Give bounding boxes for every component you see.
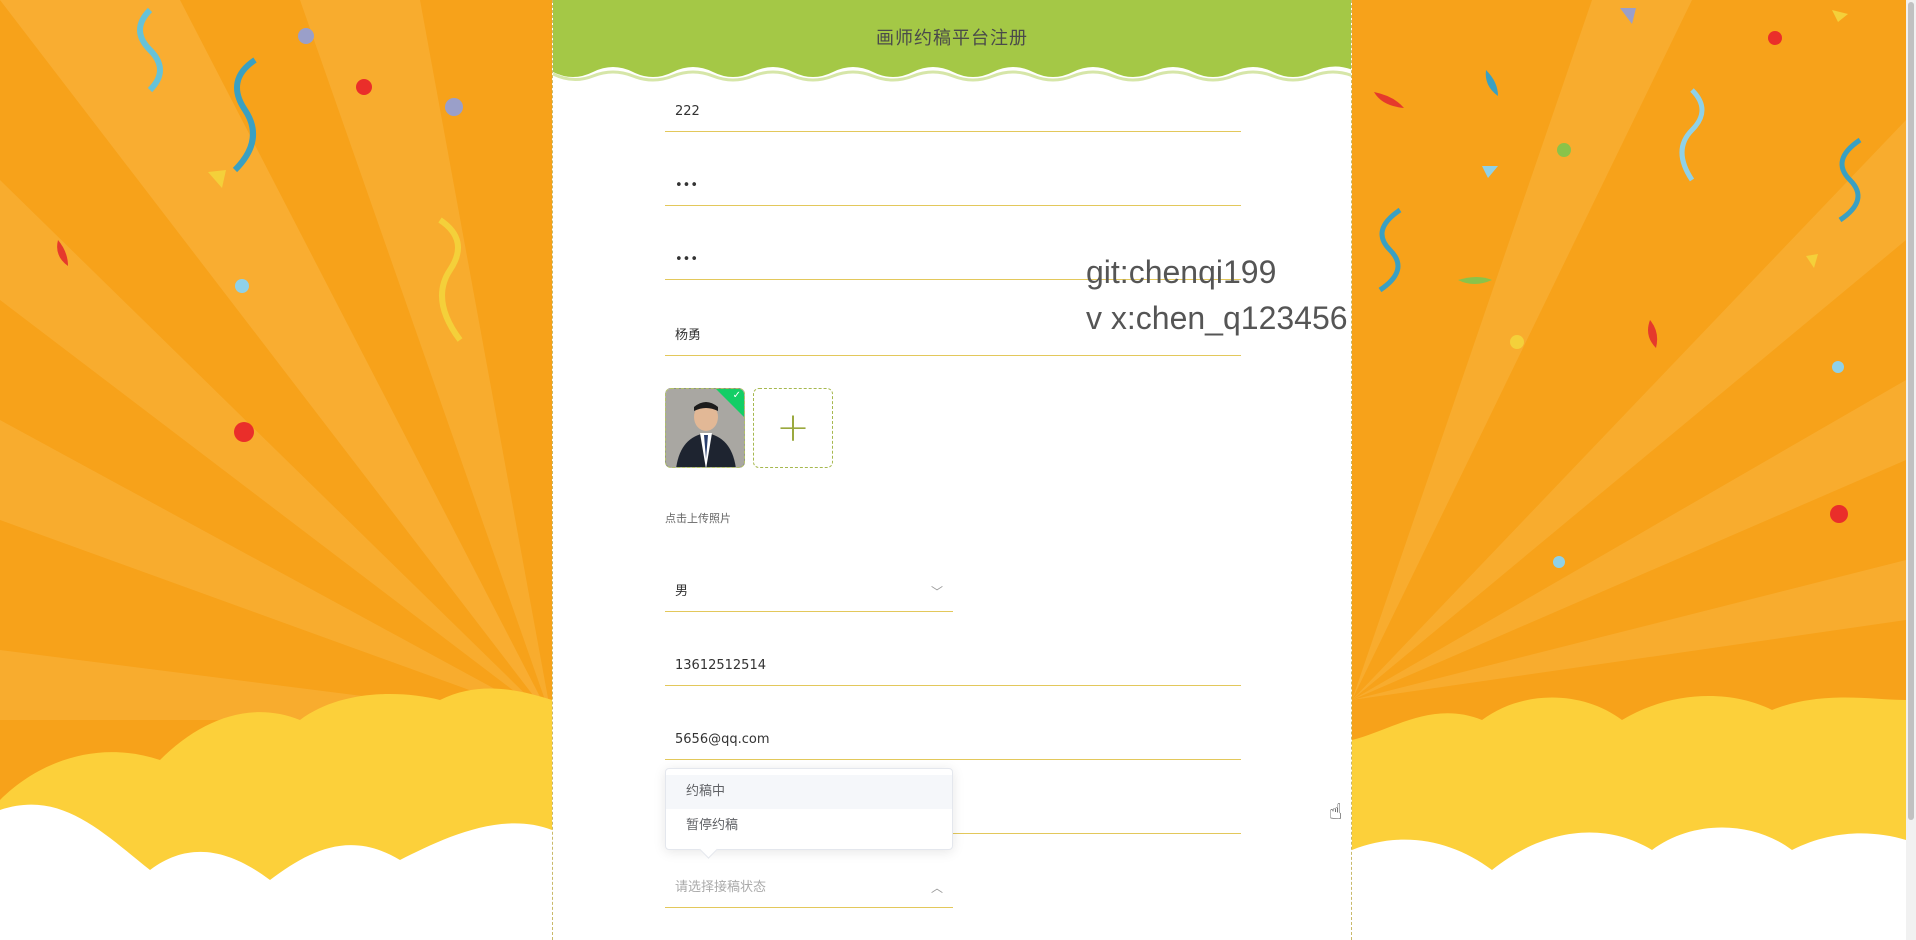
- email-input[interactable]: 5656@qq.com: [665, 720, 1241, 760]
- vertical-scrollbar[interactable]: [1906, 0, 1916, 940]
- gender-select[interactable]: 男 ﹀: [665, 572, 953, 612]
- account-input[interactable]: 222: [665, 92, 1241, 132]
- status-select[interactable]: 请选择接稿状态 ︿: [665, 868, 953, 908]
- dropdown-arrow: [699, 840, 718, 859]
- panel-header: 画师约稿平台注册: [553, 0, 1351, 82]
- hand-cursor-icon: ☝: [1329, 800, 1343, 825]
- plus-icon: +: [776, 405, 810, 451]
- chevron-down-icon: ﹀: [930, 585, 943, 599]
- phone-input[interactable]: 13612512514: [665, 646, 1241, 686]
- watermark-line-2: v x:chen_q123456: [1086, 300, 1348, 336]
- add-photo-button[interactable]: +: [753, 388, 833, 468]
- scrollbar-thumb[interactable]: [1908, 2, 1914, 820]
- gender-value: 男: [675, 584, 689, 599]
- watermark-line-1: git:chenqi199: [1086, 254, 1277, 290]
- status-placeholder: 请选择接稿状态: [675, 880, 767, 895]
- registration-panel: 画师约稿平台注册 222 ••• ••• 杨勇 ✓ + 点击上传照片 男 ﹀ 1…: [552, 0, 1352, 940]
- uploaded-photo-thumbnail[interactable]: ✓: [665, 388, 745, 468]
- check-icon: ✓: [732, 390, 741, 401]
- upload-photo-hint: 点击上传照片: [665, 512, 731, 525]
- password-input[interactable]: •••: [665, 166, 1241, 206]
- page-title: 画师约稿平台注册: [876, 28, 1028, 49]
- background-left: [0, 0, 552, 940]
- background-right: [1352, 0, 1906, 940]
- chevron-up-icon: ︿: [930, 881, 943, 895]
- dropdown-option-paused[interactable]: 暂停约稿: [666, 809, 952, 843]
- dropdown-option-accepting[interactable]: 约稿中: [666, 775, 952, 809]
- status-dropdown-menu: 约稿中 暂停约稿: [665, 768, 953, 859]
